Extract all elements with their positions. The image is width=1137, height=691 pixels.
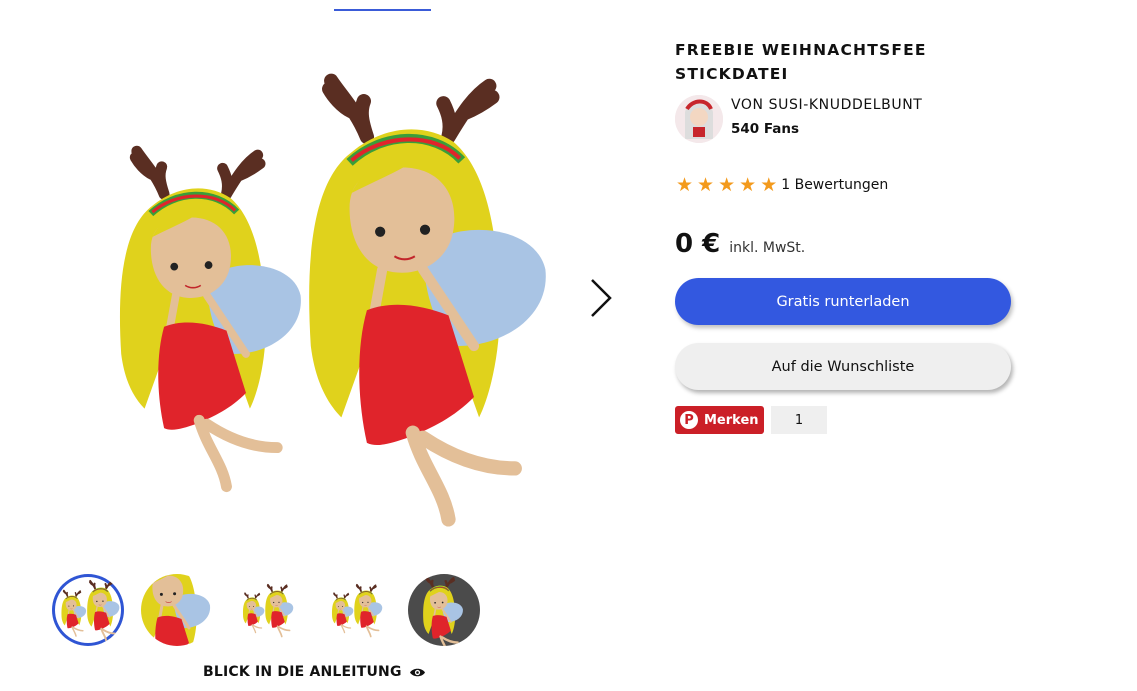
star-icon: ★	[718, 174, 736, 196]
pinterest-icon: P	[680, 411, 698, 429]
thumbnail-4[interactable]	[319, 574, 391, 646]
thumbnail-5[interactable]	[408, 574, 480, 646]
star-icon: ★	[739, 174, 757, 196]
chevron-right-icon	[591, 279, 612, 317]
product-title: FREEBIE WEIHNACHTSFEE STICKDATEI	[675, 41, 927, 83]
price-block: 0 € inkl. MwSt.	[675, 229, 805, 259]
designer-fans: 540 Fans	[731, 121, 800, 137]
rating[interactable]: ★ ★ ★ ★ ★ 1 Bewertungen	[676, 174, 889, 196]
manual-link-label: BLICK IN DIE ANLEITUNG	[203, 664, 402, 680]
next-image-button[interactable]	[582, 276, 622, 320]
designer-name[interactable]: VON SUSI-KNUDDELBUNT	[731, 97, 922, 113]
star-icon: ★	[760, 174, 778, 196]
tab-indicator	[334, 0, 431, 11]
manual-link[interactable]: BLICK IN DIE ANLEITUNG	[203, 664, 426, 680]
wishlist-button[interactable]: Auf die Wunschliste	[675, 343, 1011, 390]
price-note: inkl. MwSt.	[729, 240, 806, 256]
thumbnail-1[interactable]	[52, 574, 124, 646]
pinterest-save-button[interactable]: P Merken	[675, 406, 764, 434]
thumbnail-3[interactable]	[230, 574, 302, 646]
pinterest-count: 1	[771, 406, 827, 434]
rating-count: 1 Bewertungen	[781, 177, 889, 193]
thumbnail-strip	[52, 574, 480, 646]
download-button[interactable]: Gratis runterladen	[675, 278, 1011, 325]
star-icon: ★	[676, 174, 694, 196]
thumbnail-2[interactable]	[141, 574, 213, 646]
designer-avatar[interactable]	[675, 95, 723, 143]
eye-icon	[409, 668, 425, 676]
main-product-image[interactable]	[70, 30, 560, 560]
star-icon: ★	[697, 174, 715, 196]
price-value: 0 €	[675, 229, 721, 259]
pinterest-label: Merken	[704, 412, 759, 428]
